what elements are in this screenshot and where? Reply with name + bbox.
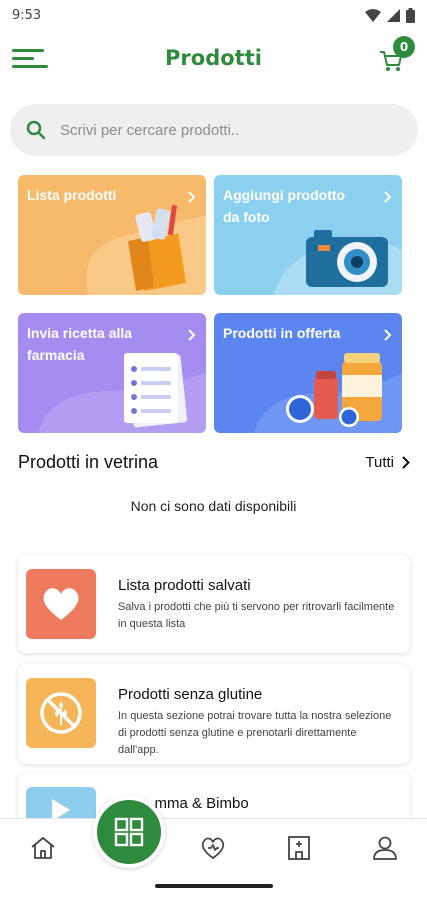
list-item-gluten-free[interactable]: Prodotti senza glutine In questa sezione… <box>18 664 410 764</box>
tile-aggiungi-prodotto-foto[interactable]: Aggiungi prodotto da foto <box>214 175 402 295</box>
search-input[interactable] <box>60 121 380 139</box>
list-icon-box <box>26 569 96 639</box>
cart-button[interactable]: 0 <box>377 36 415 72</box>
nav-profile[interactable] <box>368 833 402 863</box>
list-item-title: Prodotti senza glutine <box>118 686 263 703</box>
chevron-right-icon <box>384 329 392 341</box>
bottom-navigation <box>0 818 427 878</box>
wifi-icon <box>365 8 381 22</box>
chevron-right-icon <box>384 191 392 203</box>
nav-pharmacy[interactable] <box>282 833 316 863</box>
see-all-button[interactable]: Tutti <box>365 454 410 471</box>
status-bar: 9:53 <box>0 0 427 30</box>
home-indicator <box>155 884 273 888</box>
search-bar[interactable] <box>10 104 418 156</box>
heart-icon <box>43 588 79 620</box>
search-icon <box>26 120 46 140</box>
app-header: Prodotti 0 <box>0 34 427 82</box>
showcase-title: Prodotti in vetrina <box>18 452 159 472</box>
nav-categories-fab[interactable] <box>93 796 165 868</box>
showcase-header: Prodotti in vetrina Tutti <box>18 452 410 473</box>
tile-lista-prodotti-label: Lista prodotti <box>27 187 117 203</box>
status-icons <box>365 7 415 23</box>
health-icon <box>201 837 225 859</box>
tile-invia-ricetta-label: Invia ricetta alla farmacia <box>27 325 133 363</box>
hamburger-menu-icon[interactable] <box>12 44 52 72</box>
status-time: 9:53 <box>12 7 42 23</box>
chevron-right-icon <box>188 329 196 341</box>
categories-icon <box>114 817 144 847</box>
tile-lista-prodotti[interactable]: Lista prodotti <box>18 175 206 295</box>
chevron-right-icon <box>402 456 410 469</box>
home-icon <box>31 837 55 859</box>
nav-home[interactable] <box>26 833 60 863</box>
signal-icon <box>387 8 400 22</box>
list-item-description: In questa sezione potrai trovare tutta l… <box>118 710 392 756</box>
list-item-description: Salva i prodotti che più ti servono per … <box>118 601 395 630</box>
list-item-saved-products[interactable]: Lista prodotti salvati Salva i prodotti … <box>18 555 410 653</box>
pharmacy-icon <box>288 836 310 860</box>
tile-aggiungi-prodotto-foto-label: Aggiungi prodotto da foto <box>223 187 346 225</box>
tile-invia-ricetta[interactable]: Invia ricetta alla farmacia <box>18 313 206 433</box>
cart-count-badge: 0 <box>393 36 415 58</box>
chevron-right-icon <box>188 191 196 203</box>
see-all-label: Tutti <box>365 454 394 471</box>
nav-health[interactable] <box>196 833 230 863</box>
gluten-free-icon <box>40 692 82 734</box>
page-title: Prodotti <box>165 46 262 70</box>
tile-prodotti-in-offerta[interactable]: Prodotti in offerta <box>214 313 402 433</box>
tile-prodotti-in-offerta-label: Prodotti in offerta <box>223 325 341 341</box>
list-icon-box <box>26 678 96 748</box>
showcase-empty-message: Non ci sono dati disponibili <box>130 498 297 514</box>
profile-icon <box>373 836 397 860</box>
list-item-title: ...mma & Bimbo <box>142 795 249 812</box>
battery-icon <box>406 7 415 23</box>
list-item-title: Lista prodotti salvati <box>118 577 251 594</box>
